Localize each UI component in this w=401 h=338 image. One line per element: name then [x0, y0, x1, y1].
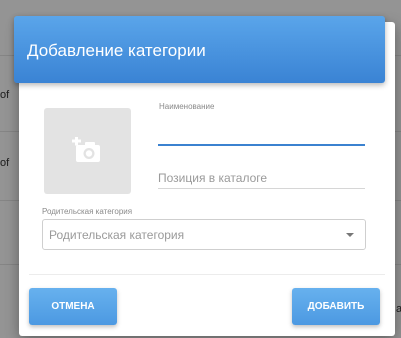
name-input[interactable] — [158, 122, 365, 146]
parent-category-value: Родительская категория — [49, 228, 185, 242]
cancel-button[interactable]: ОТМЕНА — [29, 288, 117, 325]
catalog-position-input[interactable] — [158, 168, 365, 189]
add-button[interactable]: ДОБАВИТЬ — [292, 288, 380, 325]
add-photo-icon — [71, 137, 100, 162]
footer-divider — [29, 274, 385, 275]
parent-category-select[interactable]: Родительская категория — [42, 219, 366, 250]
add-category-dialog: Добавление категории Наименование Родите… — [14, 16, 395, 336]
chevron-down-icon — [346, 233, 354, 237]
dialog-title: Добавление категории — [27, 41, 206, 60]
parent-category-label: Родительская категория — [42, 207, 133, 216]
photo-upload[interactable] — [44, 108, 131, 194]
name-field-label: Наименование — [159, 102, 215, 111]
dialog-header: Добавление категории — [14, 16, 385, 83]
